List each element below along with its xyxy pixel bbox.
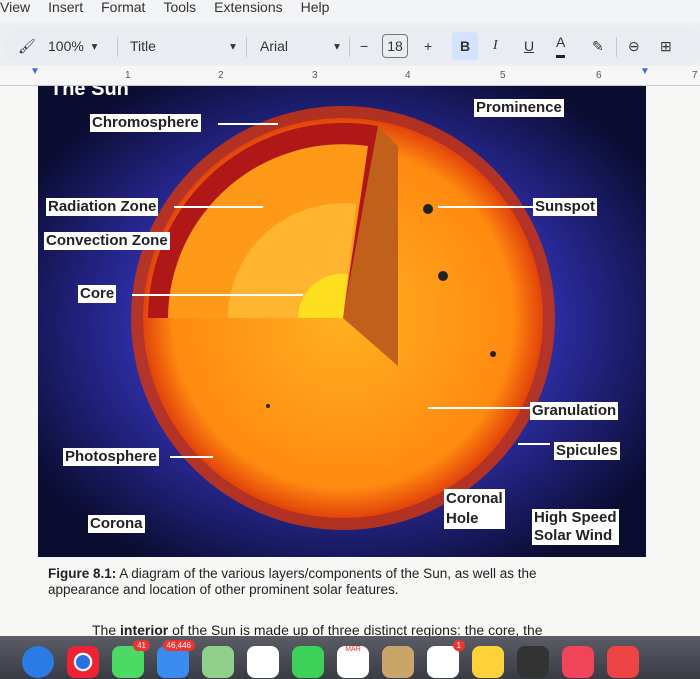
ruler-number: 5 (500, 70, 506, 81)
toolbar: 🖌 100% ▾ Title ▾ Arial ▾ − 18 + B I U A ✎ … (4, 28, 700, 64)
label-convection-zone: Convection Zone (44, 232, 170, 250)
menu-format[interactable]: Format (101, 0, 145, 22)
label-text: High Speed (534, 509, 617, 526)
badge: 46,446 (162, 640, 195, 651)
increase-font-button[interactable]: + (424, 28, 432, 64)
decrease-font-button[interactable]: − (360, 28, 368, 64)
label-prominence: Prominence (474, 99, 564, 117)
right-indent-marker-icon[interactable]: ▼ (640, 66, 650, 77)
zoom-select[interactable]: 100% ▾ (48, 28, 97, 64)
ruler-number: 6 (596, 70, 602, 81)
contacts-icon[interactable] (382, 646, 414, 678)
sun-illustration (38, 86, 646, 557)
ruler-number: 3 (312, 70, 318, 81)
bold-button[interactable]: B (452, 32, 478, 60)
badge: 41 (133, 640, 150, 651)
underline-button[interactable]: U (524, 28, 534, 64)
ruler-number: 1 (125, 70, 131, 81)
chevron-down-icon: ▾ (334, 40, 340, 53)
label-granulation: Granulation (530, 402, 619, 420)
highlight-icon[interactable]: ✎ (592, 28, 604, 64)
label-text: Hole (446, 510, 479, 527)
label-radiation-zone: Radiation Zone (46, 198, 159, 216)
document-page[interactable]: The Sun Chromosphere Prominence Radiatio… (0, 86, 700, 638)
safari-icon[interactable] (22, 646, 54, 678)
dock: 41 46,446 MAR 1 (0, 636, 700, 679)
zoom-value: 100% (48, 38, 84, 54)
app-icon[interactable] (607, 646, 639, 678)
text-color-button[interactable]: A (556, 28, 566, 58)
label-text: Coronal (446, 490, 503, 507)
label-sunspot: Sunspot (533, 198, 597, 216)
label-photosphere: Photosphere (63, 448, 159, 466)
menu-view[interactable]: View (0, 0, 30, 22)
menu-tools[interactable]: Tools (163, 0, 196, 22)
add-comment-icon[interactable]: ⊞ (660, 28, 672, 64)
calendar-icon[interactable]: MAR (337, 646, 369, 678)
ruler-number: 7 (692, 70, 698, 81)
label-solar-wind: High Speed Solar Wind (532, 509, 619, 545)
caption-label: Figure 8.1: (48, 566, 117, 581)
sun-diagram: The Sun Chromosphere Prominence Radiatio… (38, 86, 646, 557)
menu-bar: View Insert Format Tools Extensions Help (0, 0, 700, 22)
link-icon[interactable]: ⊖ (628, 28, 640, 64)
ruler-number: 4 (405, 70, 411, 81)
italic-button[interactable]: I (493, 28, 498, 64)
chevron-down-icon: ▾ (230, 40, 236, 53)
left-indent-marker-icon[interactable]: ▼ (30, 66, 40, 77)
label-coronal-hole: Coronal Hole (444, 489, 505, 529)
caption-text: A diagram of the various layers/componen… (48, 566, 537, 597)
label-text: Solar Wind (534, 527, 613, 544)
reminders-icon[interactable]: 1 (427, 640, 465, 678)
chevron-down-icon: ▾ (91, 40, 98, 53)
music-icon[interactable] (562, 646, 594, 678)
chrome-icon[interactable] (67, 646, 99, 678)
figure-title: The Sun (50, 86, 129, 100)
menu-extensions[interactable]: Extensions (214, 0, 282, 22)
menu-help[interactable]: Help (301, 0, 330, 22)
style-select[interactable]: Title ▾ (130, 28, 236, 64)
maps-icon[interactable] (202, 646, 234, 678)
photos-icon[interactable] (247, 646, 279, 678)
style-value: Title (130, 38, 156, 54)
menu-insert[interactable]: Insert (48, 0, 83, 22)
messages-icon[interactable]: 41 (112, 640, 150, 678)
notes-icon[interactable] (472, 646, 504, 678)
label-spicules: Spicules (554, 442, 620, 460)
font-value: Arial (260, 38, 289, 54)
badge: 1 (452, 640, 465, 651)
ruler-number: 2 (218, 70, 224, 81)
font-size-input[interactable]: 18 (382, 34, 408, 58)
font-select[interactable]: Arial ▾ (260, 28, 340, 64)
calendar-month: MAR (345, 646, 361, 653)
label-corona: Corona (88, 515, 145, 533)
paint-format-icon[interactable]: 🖌 (18, 28, 36, 64)
mail-icon[interactable]: 46,446 (157, 640, 195, 678)
figure-caption: Figure 8.1: A diagram of the various lay… (48, 566, 568, 598)
facetime-icon[interactable] (292, 646, 324, 678)
app-icon[interactable] (517, 646, 549, 678)
label-core: Core (78, 285, 117, 303)
ruler[interactable]: ▼ 1 2 3 4 5 6 7 ▼ (0, 66, 700, 86)
label-chromosphere: Chromosphere (90, 114, 201, 132)
